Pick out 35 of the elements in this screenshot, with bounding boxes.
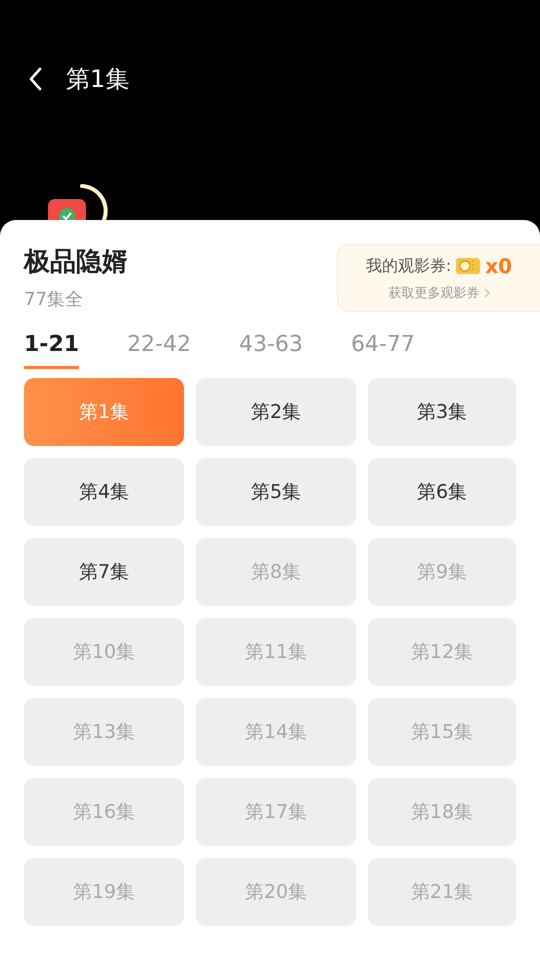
range-tab[interactable]: 1-21: [24, 332, 80, 369]
episode-button[interactable]: 第6集: [368, 458, 516, 526]
episode-button[interactable]: 第14集: [196, 698, 356, 766]
drama-title: 极品隐婿: [24, 246, 128, 279]
range-tab[interactable]: 22-42: [127, 332, 191, 366]
get-more-link[interactable]: 获取更多观影券: [388, 284, 480, 302]
episode-button[interactable]: 第10集: [24, 618, 184, 686]
ticket-icon: [455, 257, 482, 275]
voucher-card[interactable]: 我的观影券: x0 获取更多观影券: [337, 244, 540, 312]
episode-button[interactable]: 第17集: [196, 778, 356, 846]
episode-button[interactable]: 第12集: [368, 618, 516, 686]
episode-button[interactable]: 第8集: [196, 538, 356, 606]
episode-button[interactable]: 第9集: [368, 538, 516, 606]
episode-title: 第1集: [66, 64, 130, 95]
episode-button[interactable]: 第4集: [24, 458, 184, 526]
range-tab[interactable]: 43-63: [239, 332, 303, 366]
episode-button[interactable]: 第19集: [24, 858, 184, 926]
episode-button[interactable]: 第3集: [368, 378, 516, 446]
episode-button[interactable]: 第15集: [368, 698, 516, 766]
episode-button[interactable]: 第1集: [24, 378, 184, 446]
back-icon[interactable]: [28, 67, 42, 91]
episode-button[interactable]: 第11集: [196, 618, 356, 686]
episode-count: 77集全: [24, 288, 84, 311]
range-tab[interactable]: 64-77: [350, 332, 415, 366]
episode-button[interactable]: 第20集: [196, 858, 356, 926]
chevron-right-icon: [484, 288, 490, 298]
episode-button[interactable]: 第2集: [196, 378, 356, 446]
episode-button[interactable]: 第13集: [24, 698, 184, 766]
episode-button[interactable]: 第7集: [24, 538, 184, 606]
voucher-label: 我的观影券:: [366, 256, 452, 276]
voucher-count: x0: [485, 254, 512, 278]
episode-button[interactable]: 第5集: [196, 458, 356, 526]
episode-button[interactable]: 第18集: [368, 778, 516, 846]
episode-button[interactable]: 第21集: [368, 858, 516, 926]
episode-button[interactable]: 第16集: [24, 778, 184, 846]
